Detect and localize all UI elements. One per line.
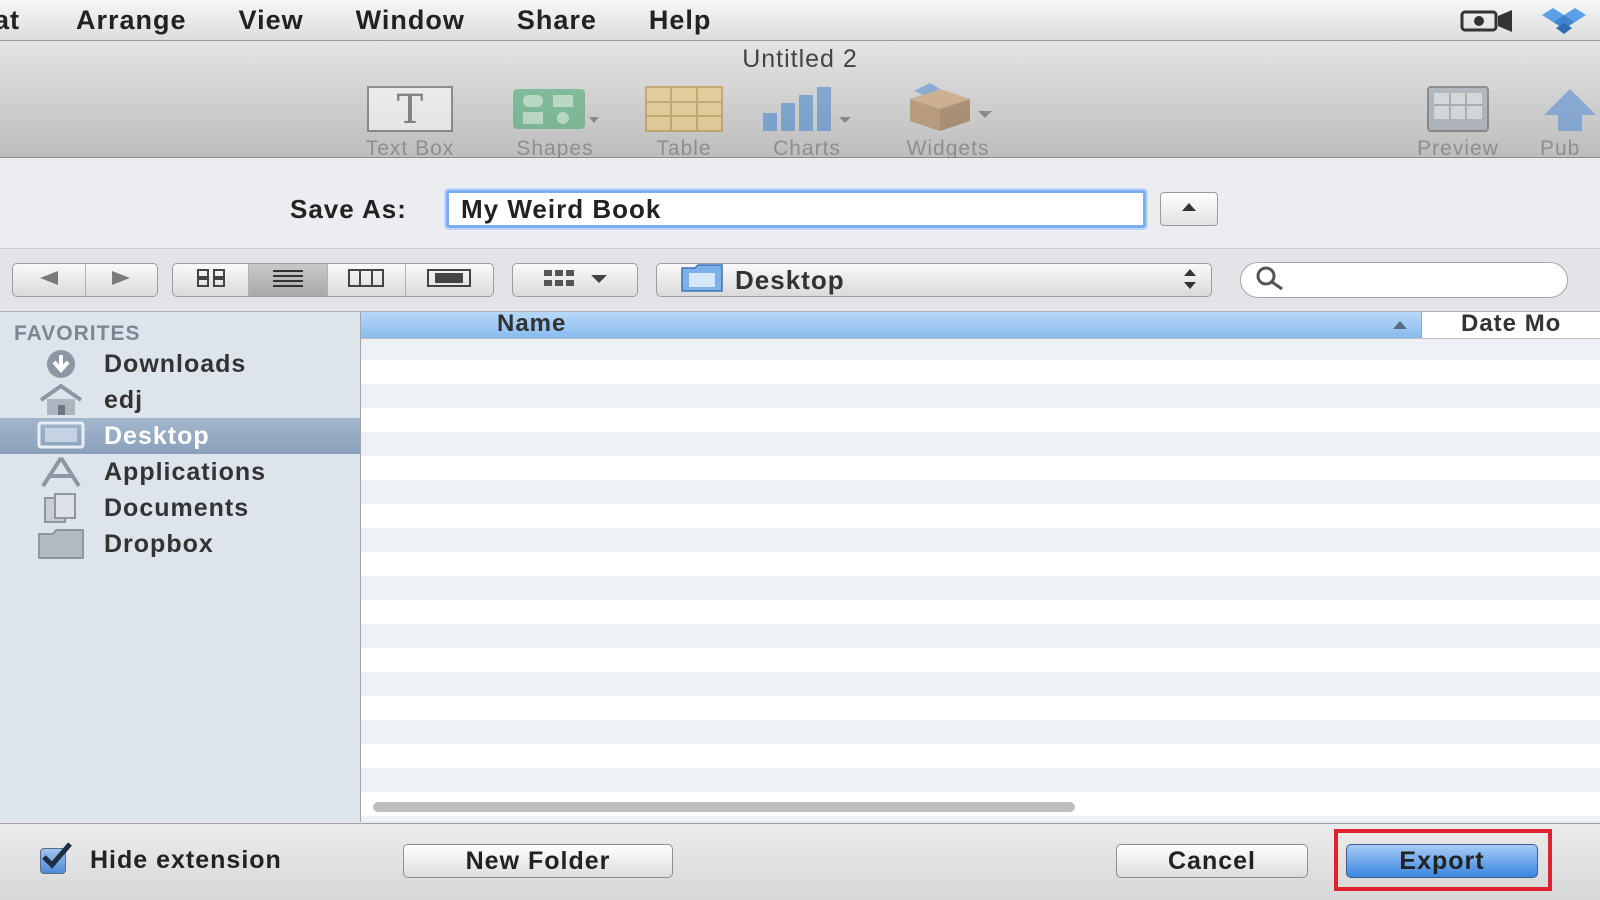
view-mode-buttons (172, 263, 494, 297)
desktop-icon (34, 418, 88, 454)
sidebar-item-edj[interactable]: edj (0, 382, 360, 418)
navigation-row: Desktop (0, 249, 1600, 312)
toolbar-publish[interactable]: Pub (1540, 77, 1600, 161)
icon-view-button[interactable] (173, 264, 250, 296)
back-forward-buttons (12, 263, 158, 297)
icon-view-icon (196, 268, 226, 292)
hide-extension-checkbox[interactable] (40, 842, 72, 874)
save-as-row: Save As: (0, 158, 1600, 249)
dialog-footer: Hide extension New Folder Cancel Export (0, 823, 1600, 900)
save-as-field[interactable] (446, 190, 1146, 228)
export-highlight-box (1334, 829, 1552, 891)
toolbar-table[interactable]: Table (634, 77, 734, 161)
sidebar-item-label: Downloads (104, 349, 247, 378)
widgets-icon (888, 77, 1008, 133)
search-icon (1255, 265, 1285, 296)
list-view-button[interactable] (249, 264, 328, 296)
table-icon (634, 77, 734, 133)
preview-icon (1398, 77, 1518, 133)
new-folder-button[interactable]: New Folder (403, 844, 673, 878)
list-view-icon (272, 269, 304, 292)
shapes-icon (500, 77, 610, 133)
folder-icon (34, 526, 88, 562)
menu-share[interactable]: Share (517, 5, 597, 36)
menu-window[interactable]: Window (356, 5, 465, 36)
sidebar: FAVORITES Downloads edj Desktop Applicat… (0, 312, 361, 822)
window-title: Untitled 2 (742, 45, 858, 73)
column-header-row: Name Date Mo (361, 312, 1600, 339)
sidebar-item-downloads[interactable]: Downloads (0, 346, 360, 382)
dropbox-icon[interactable] (1542, 6, 1586, 41)
downloads-icon (34, 346, 88, 382)
search-field[interactable] (1240, 262, 1568, 298)
sort-ascending-icon (1391, 318, 1409, 336)
chevron-up-icon (1180, 200, 1198, 218)
forward-arrow-icon (110, 270, 132, 291)
toolbar-shapes[interactable]: Shapes (500, 77, 610, 161)
save-dialog-screen: at Arrange View Window Share Help Untitl… (0, 0, 1600, 900)
publish-icon (1540, 77, 1600, 133)
location-popup[interactable]: Desktop (656, 263, 1212, 297)
desktop-folder-icon (681, 263, 723, 297)
collapse-dialog-button[interactable] (1160, 192, 1218, 226)
menu-format[interactable]: at (0, 5, 20, 36)
sidebar-item-documents[interactable]: Documents (0, 490, 360, 526)
back-button[interactable] (13, 264, 86, 296)
window-toolbar: Untitled 2 T Text Box Shapes Table Chart… (0, 41, 1600, 161)
sidebar-item-label: edj (104, 385, 144, 414)
toolbar-text-box[interactable]: T Text Box (345, 77, 475, 161)
column-header-date-modified[interactable]: Date Mo (1461, 312, 1561, 338)
updown-arrows-icon (1183, 267, 1197, 296)
forward-button[interactable] (86, 264, 158, 296)
back-arrow-icon (38, 270, 60, 291)
sidebar-item-label: Desktop (104, 421, 210, 450)
sidebar-item-label: Dropbox (104, 529, 214, 558)
applications-icon (34, 454, 88, 490)
documents-icon (34, 490, 88, 526)
cover-flow-icon (427, 268, 472, 292)
menu-view[interactable]: View (239, 5, 304, 36)
menu-arrange[interactable]: Arrange (76, 5, 187, 36)
menu-extras (1460, 6, 1586, 41)
home-icon (34, 382, 88, 418)
hide-extension-label: Hide extension (90, 846, 282, 874)
column-header-name[interactable]: Name (361, 312, 1422, 338)
sidebar-item-dropbox[interactable]: Dropbox (0, 526, 360, 562)
grid-icon (542, 269, 576, 292)
sidebar-item-applications[interactable]: Applications (0, 454, 360, 490)
file-list[interactable]: Name Date Mo (361, 312, 1600, 822)
horizontal-scrollbar[interactable] (373, 802, 1075, 812)
text-box-icon: T (345, 77, 475, 133)
menu-help[interactable]: Help (649, 5, 712, 36)
arrange-menu-button[interactable] (512, 263, 638, 297)
save-as-label: Save As: (290, 194, 407, 224)
column-view-button[interactable] (328, 264, 406, 296)
svg-text:T: T (397, 87, 424, 133)
chevron-down-icon (590, 271, 608, 289)
sidebar-item-label: Applications (104, 457, 267, 486)
charts-icon (752, 77, 862, 133)
toolbar-widgets[interactable]: Widgets (888, 77, 1008, 161)
sidebar-item-label: Documents (104, 493, 250, 522)
column-name-label: Name (497, 312, 567, 337)
cover-flow-button[interactable] (406, 264, 493, 296)
screen-recording-icon[interactable] (1460, 8, 1516, 39)
favorites-header: FAVORITES (14, 322, 141, 345)
menu-bar: at Arrange View Window Share Help (0, 0, 1600, 41)
sidebar-item-desktop[interactable]: Desktop (0, 418, 360, 454)
search-input[interactable] (1293, 266, 1537, 294)
location-label: Desktop (735, 264, 845, 295)
toolbar-charts[interactable]: Charts (752, 77, 862, 161)
arrange-button-inner (513, 264, 637, 296)
toolbar-preview[interactable]: Preview (1398, 77, 1518, 161)
cancel-button[interactable]: Cancel (1116, 844, 1308, 878)
column-view-icon (348, 268, 385, 292)
